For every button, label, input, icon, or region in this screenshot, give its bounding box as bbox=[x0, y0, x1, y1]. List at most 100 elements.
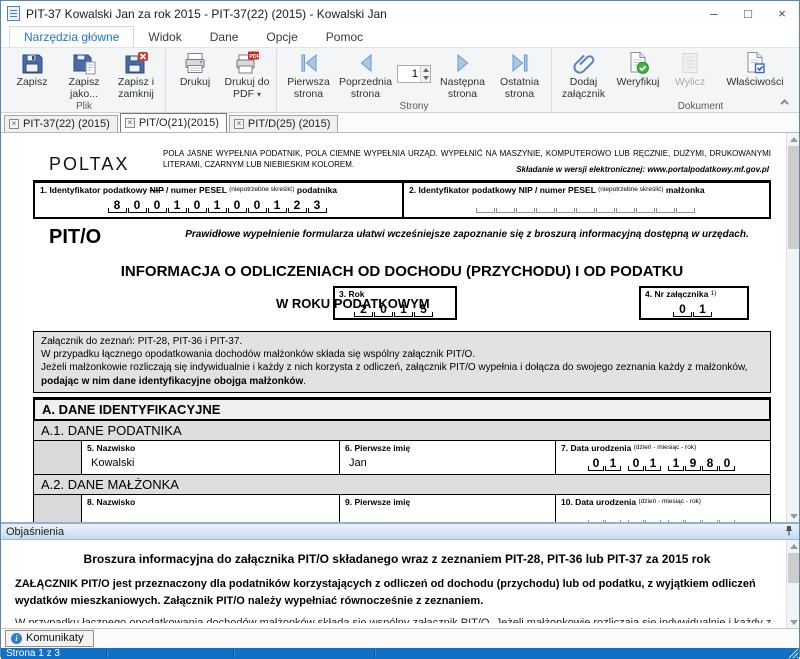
field-6-label: 6. Pierwsze imię bbox=[345, 443, 550, 453]
year-row: W ROKU PODATKOWYM 3. Rok 2015 4. Nr załą… bbox=[33, 286, 771, 322]
nastepna-strona-button[interactable]: Następna strona bbox=[434, 49, 491, 101]
poprzednia-strona-button[interactable]: Poprzednia strona bbox=[337, 49, 394, 101]
zapisz-i-zamknij-button[interactable]: Zapisz i zamknij bbox=[110, 49, 162, 101]
maximize-button[interactable]: □ bbox=[731, 1, 765, 26]
doc-tab-pito[interactable]: × PIT/O(21)(2015) bbox=[120, 113, 227, 132]
field-7-value[interactable]: 01011980 bbox=[561, 456, 765, 471]
weryfikuj-button[interactable]: Weryfikuj bbox=[612, 49, 664, 101]
weryfikuj-label: Weryfikuj bbox=[617, 77, 660, 89]
save-icon bbox=[20, 50, 44, 76]
save-close-icon bbox=[124, 50, 148, 76]
field-2-value[interactable] bbox=[409, 198, 764, 213]
page-status: Strona 1 z 3 bbox=[1, 648, 60, 659]
objasnienia-panel: Broszura informacyjna do załącznika PIT/… bbox=[1, 540, 799, 629]
field-4-label: 4. Nr załącznika bbox=[645, 289, 708, 299]
field-5-value: Kowalski bbox=[87, 457, 334, 469]
field-7-small: (dzień - miesiąc - rok) bbox=[634, 444, 696, 451]
field-7-label: 7. Data urodzenia bbox=[561, 443, 631, 453]
field-6-imie[interactable]: 6. Pierwsze imię Jan bbox=[340, 441, 556, 474]
objasnienia-scrollbar[interactable] bbox=[786, 540, 799, 628]
window-title: PIT-37 Kowalski Jan za rok 2015 - PIT-37… bbox=[26, 7, 387, 21]
spin-down-icon bbox=[423, 76, 429, 80]
field-10-data-urodzenia[interactable]: 10. Data urodzenia (dzień - miesiąc - ro… bbox=[556, 495, 770, 523]
field-7-data-urodzenia[interactable]: 7. Data urodzenia (dzień - miesiąc - rok… bbox=[556, 441, 770, 474]
wylicz-label: Wylicz bbox=[675, 77, 705, 89]
page-number-input[interactable] bbox=[398, 66, 420, 82]
doc-tab-pit37[interactable]: × PIT-37(22) (2015) bbox=[4, 115, 118, 132]
objasnienia-content: Broszura informacyjna do załącznika PIT/… bbox=[15, 540, 779, 623]
przelew-button[interactable]: Przelew bbox=[794, 49, 800, 101]
page-spin-down-button[interactable] bbox=[421, 74, 430, 82]
scrollbar-thumb[interactable] bbox=[788, 146, 799, 249]
spin-up-icon bbox=[423, 68, 429, 72]
ostatnia-strona-button[interactable]: Ostatnia strona bbox=[491, 49, 548, 101]
field-8-nazwisko[interactable]: 8. Nazwisko bbox=[82, 495, 340, 523]
close-button[interactable]: × bbox=[765, 1, 799, 26]
doc-tab-pitd[interactable]: × PIT/D(25) (2015) bbox=[229, 115, 339, 132]
maximize-icon: □ bbox=[744, 6, 752, 21]
nastepna-strona-label: Następna strona bbox=[434, 77, 491, 101]
zapisz-jako-button[interactable]: Zapisz jako... bbox=[58, 49, 110, 101]
field-4-value[interactable]: 01 bbox=[645, 302, 743, 317]
window-controls: – □ × bbox=[697, 1, 799, 26]
zapisz-button[interactable]: Zapisz bbox=[6, 49, 58, 101]
tab-opcje[interactable]: Opcje bbox=[252, 27, 311, 47]
wlasciwosci-button[interactable]: Właściwości bbox=[716, 49, 794, 101]
close-tab-icon[interactable]: × bbox=[125, 118, 135, 128]
drukuj-button[interactable]: Drukuj bbox=[169, 49, 221, 101]
field-3-value[interactable]: 2015 bbox=[339, 302, 451, 317]
form-header: POLTAX POLA JASNE WYPEŁNIA PODATNIK, POL… bbox=[33, 146, 771, 175]
field-2-pesel-malzonka[interactable]: 2. Identyfikator podatkowy NIP / numer P… bbox=[402, 183, 769, 217]
form-scrollbar[interactable] bbox=[786, 133, 799, 522]
form-code-row: PIT/O Prawidłowe wypełnienie formularza … bbox=[33, 226, 771, 249]
minimize-button[interactable]: – bbox=[697, 1, 731, 26]
close-tab-icon[interactable]: × bbox=[234, 119, 244, 129]
tab-dane[interactable]: Dane bbox=[196, 27, 253, 47]
komunikaty-tab[interactable]: i Komunikaty bbox=[5, 630, 94, 647]
status-divider bbox=[233, 650, 234, 657]
scrollbar-thumb[interactable] bbox=[788, 553, 799, 583]
field-3-rok[interactable]: 3. Rok 2015 bbox=[333, 286, 457, 320]
drukuj-do-pdf-button[interactable]: PDF Drukuj do PDF ▾ bbox=[221, 49, 273, 101]
field-1-label: 1. Identyfikator podatkowy NIP / numer P… bbox=[40, 185, 397, 195]
dodaj-zalacznik-label: Dodaj załącznik bbox=[555, 77, 612, 101]
collapse-ribbon-button[interactable] bbox=[779, 96, 793, 108]
broszura-paragraph: ZAŁĄCZNIK PIT/O jest przeznaczony dla po… bbox=[15, 576, 779, 609]
field-6-value: Jan bbox=[345, 457, 550, 469]
field-1-value[interactable]: 80010100123 bbox=[40, 198, 397, 213]
info-line-3: Jeżeli małżonkowie rozliczają się indywi… bbox=[41, 361, 763, 387]
first-page-icon bbox=[297, 50, 321, 76]
field-5-nazwisko[interactable]: 5. Nazwisko Kowalski bbox=[82, 441, 340, 474]
group-strony: Pierwsza strona Poprzednia strona bbox=[277, 49, 552, 112]
tab-narzedzia-glowne[interactable]: Narzędzia główne bbox=[9, 26, 134, 47]
resize-grip[interactable] bbox=[787, 647, 798, 658]
field-9-label: 9. Pierwsze imię bbox=[345, 497, 550, 507]
identifier-row: 1. Identyfikator podatkowy NIP / numer P… bbox=[33, 180, 771, 219]
scroll-up-button[interactable] bbox=[787, 540, 799, 552]
page-spin-up-button[interactable] bbox=[421, 66, 430, 74]
field-9-imie[interactable]: 9. Pierwsze imię bbox=[340, 495, 556, 523]
field-10-value[interactable] bbox=[561, 510, 765, 523]
doc-tab-pito-label: PIT/O(21)(2015) bbox=[139, 117, 219, 129]
wylicz-button[interactable]: Wylicz bbox=[664, 49, 716, 101]
scroll-up-button[interactable] bbox=[787, 133, 799, 145]
dropdown-caret-icon: ▾ bbox=[257, 90, 261, 99]
scroll-down-button[interactable] bbox=[787, 510, 799, 522]
close-tab-icon[interactable]: × bbox=[9, 119, 19, 129]
status-divider bbox=[374, 650, 375, 657]
svg-text:PDF: PDF bbox=[249, 54, 259, 60]
scroll-up-icon bbox=[790, 544, 798, 549]
field-4-nr-zalacznika[interactable]: 4. Nr załącznika 1) 01 bbox=[639, 286, 749, 320]
printer-pdf-icon: PDF bbox=[235, 50, 259, 76]
tab-pomoc[interactable]: Pomoc bbox=[312, 27, 377, 47]
group-plik: Zapisz Zapisz jako... Zapisz i zamknij P… bbox=[3, 49, 166, 112]
info-icon: i bbox=[11, 633, 22, 644]
pierwsza-strona-button[interactable]: Pierwsza strona bbox=[280, 49, 337, 101]
pin-icon[interactable] bbox=[784, 523, 794, 541]
scroll-down-button[interactable] bbox=[787, 616, 799, 628]
objasnienia-header[interactable]: Objaśnienia bbox=[1, 523, 799, 540]
dodaj-zalacznik-button[interactable]: Dodaj załącznik bbox=[555, 49, 612, 101]
field-1-pesel-podatnika[interactable]: 1. Identyfikator podatkowy NIP / numer P… bbox=[35, 183, 402, 217]
field-8-label: 8. Nazwisko bbox=[87, 497, 334, 507]
tab-widok[interactable]: Widok bbox=[134, 27, 195, 47]
